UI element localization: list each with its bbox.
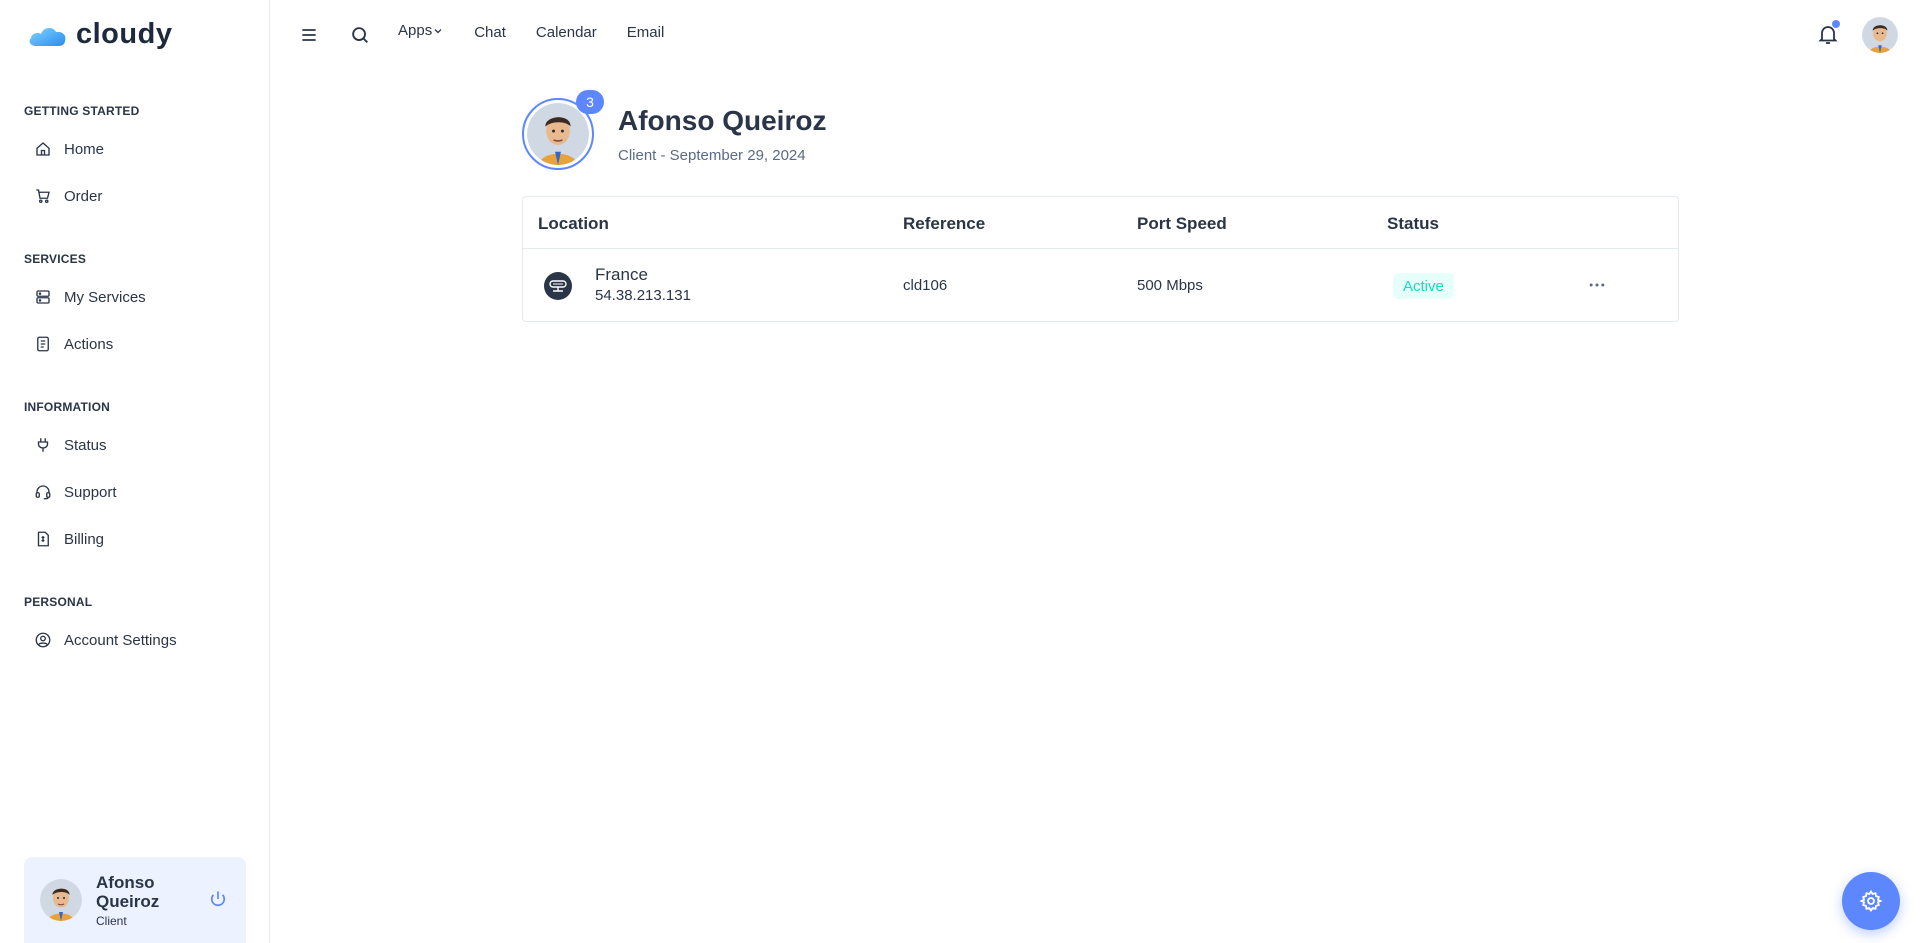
- sidebar-item-my-services[interactable]: My Services: [24, 277, 246, 317]
- top-nav: Apps Chat Calendar Email: [398, 22, 665, 41]
- sidebar-item-label: Support: [64, 483, 117, 501]
- sidebar-item-status[interactable]: Status: [24, 425, 246, 465]
- hamburger-menu-icon[interactable]: [299, 25, 319, 45]
- page-title: Afonso Queiroz: [618, 104, 827, 136]
- count-badge: 3: [576, 90, 604, 114]
- sidebar-user-name: Afonso Queiroz: [96, 872, 160, 911]
- section-title-information: INFORMATION: [24, 400, 110, 414]
- sidebar-item-billing[interactable]: Billing: [24, 519, 246, 559]
- user-avatar-icon: [1862, 17, 1898, 53]
- top-nav-apps[interactable]: Apps: [398, 22, 444, 39]
- section-title-getting-started: GETTING STARTED: [24, 104, 140, 118]
- user-circle-icon: [35, 632, 51, 648]
- gear-icon: [1859, 889, 1883, 913]
- profile-header: 3 Afonso Queiroz Client - September 29, …: [522, 90, 827, 170]
- avatar: [40, 879, 82, 921]
- user-avatar-icon: [40, 879, 82, 921]
- sidebar-user-card: Afonso Queiroz Client: [24, 857, 246, 943]
- column-header-status: Status: [1387, 214, 1439, 233]
- top-nav-calendar[interactable]: Calendar: [536, 24, 597, 41]
- server-location-icon: [544, 272, 572, 300]
- table-header: Location Reference Port Speed Status: [523, 197, 1678, 249]
- sidebar-item-label: Account Settings: [64, 631, 177, 649]
- location-name: France: [595, 265, 648, 284]
- sidebar-item-order[interactable]: Order: [24, 176, 246, 216]
- sidebar-item-label: Actions: [64, 335, 114, 353]
- column-header-port-speed: Port Speed: [1137, 214, 1227, 233]
- plug-icon: [37, 438, 49, 452]
- cloud-logo-icon: [29, 27, 66, 46]
- profile-subtitle: Client - September 29, 2024: [618, 146, 806, 164]
- column-header-location: Location: [538, 214, 609, 233]
- sidebar: cloudy GETTING STARTED Home Order SERVIC…: [0, 0, 270, 943]
- sidebar-item-label: Status: [64, 436, 107, 454]
- reference-cell: cld106: [903, 277, 948, 294]
- logo[interactable]: cloudy: [28, 18, 172, 51]
- sidebar-item-label: Billing: [64, 530, 105, 548]
- section-title-personal: PERSONAL: [24, 595, 93, 609]
- more-options-icon[interactable]: [1587, 275, 1607, 295]
- search-icon[interactable]: [349, 24, 371, 46]
- column-header-reference: Reference: [903, 214, 986, 233]
- user-avatar-icon: [527, 103, 589, 165]
- receipt-icon: [37, 531, 49, 547]
- sidebar-item-label: My Services: [64, 288, 146, 306]
- section-title-services: SERVICES: [24, 252, 87, 266]
- topbar: Apps Chat Calendar Email: [271, 0, 1920, 70]
- notification-dot: [1832, 20, 1840, 28]
- status-badge: Active: [1393, 273, 1454, 299]
- sidebar-user-role: Client: [96, 913, 127, 928]
- port-speed-cell: 500 Mbps: [1137, 277, 1203, 294]
- top-nav-email[interactable]: Email: [627, 24, 665, 41]
- home-icon: [36, 142, 50, 156]
- sidebar-item-label: Order: [64, 187, 103, 205]
- server-icon: [36, 290, 50, 304]
- sidebar-item-actions[interactable]: Actions: [24, 324, 246, 364]
- top-nav-chat[interactable]: Chat: [474, 24, 506, 41]
- location-ip: 54.38.213.131: [595, 287, 691, 304]
- settings-fab[interactable]: [1842, 872, 1900, 930]
- chevron-down-icon: [434, 28, 442, 33]
- profile-avatar: 3: [522, 90, 604, 170]
- power-icon[interactable]: [208, 889, 228, 909]
- clipboard-icon: [37, 336, 49, 352]
- services-table: Location Reference Port Speed Status Fra…: [522, 196, 1679, 322]
- header-avatar[interactable]: [1862, 17, 1898, 53]
- sidebar-item-support[interactable]: Support: [24, 472, 246, 512]
- sidebar-item-label: Home: [64, 140, 105, 158]
- cart-icon: [36, 189, 50, 204]
- sidebar-item-account-settings[interactable]: Account Settings: [24, 620, 246, 660]
- headset-icon: [35, 485, 51, 500]
- top-nav-apps-label: Apps: [398, 22, 433, 39]
- brand-name: cloudy: [76, 18, 173, 50]
- sidebar-item-home[interactable]: Home: [24, 129, 246, 169]
